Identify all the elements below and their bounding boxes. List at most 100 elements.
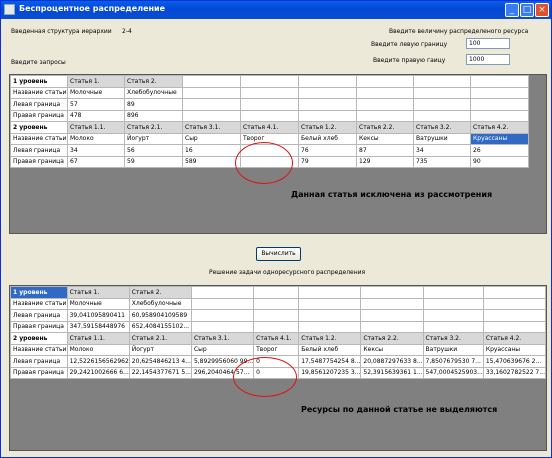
grid-cell[interactable] bbox=[422, 309, 484, 322]
grid-cell[interactable]: 79 bbox=[298, 155, 357, 168]
grid-cell[interactable]: 896 bbox=[124, 109, 183, 122]
grid-cell[interactable]: 57 bbox=[67, 98, 125, 111]
grid-cell[interactable] bbox=[360, 320, 424, 333]
grid-cell[interactable]: 15,470639676 2... bbox=[482, 355, 546, 368]
grid-cell[interactable] bbox=[298, 75, 357, 88]
grid-cell[interactable] bbox=[253, 297, 300, 310]
grid-cell[interactable] bbox=[240, 86, 299, 99]
grid-cell[interactable] bbox=[190, 297, 255, 310]
grid-header[interactable]: Статья 4.1. bbox=[240, 121, 299, 134]
grid-cell[interactable]: 52,3915639361 1... bbox=[360, 366, 424, 379]
grid-cell[interactable] bbox=[182, 98, 241, 111]
grid-cell[interactable]: 33,1602782522 7... bbox=[482, 366, 546, 379]
grid-cell[interactable]: 2 уровень bbox=[10, 332, 68, 345]
grid-cell[interactable] bbox=[298, 309, 362, 322]
grid-header[interactable]: Статья 3.1. bbox=[182, 121, 241, 134]
grid-cell[interactable]: 347,59158448976 bbox=[66, 320, 130, 333]
grid-cell[interactable]: 735 bbox=[413, 155, 471, 168]
grid-cell[interactable]: 589 bbox=[182, 155, 241, 168]
grid-cell[interactable] bbox=[356, 86, 414, 99]
grid-cell[interactable] bbox=[298, 286, 362, 299]
grid-cell[interactable]: 1 уровень bbox=[10, 75, 68, 88]
grid-header[interactable]: Статья 1.2. bbox=[298, 121, 357, 134]
grid-cell[interactable]: 547,0004525903... bbox=[422, 366, 484, 379]
calculate-button[interactable]: Вычислить bbox=[256, 247, 301, 261]
grid-cell[interactable]: 7,8507679530 7... bbox=[422, 355, 484, 368]
grid-cell[interactable]: 20,0887297633 8... bbox=[360, 355, 424, 368]
grid-cell[interactable] bbox=[413, 86, 471, 99]
grid-cell[interactable] bbox=[482, 320, 546, 333]
grid-cell[interactable] bbox=[298, 86, 357, 99]
grid-header[interactable]: Статья 1. bbox=[66, 286, 130, 299]
grid-cell[interactable] bbox=[422, 320, 484, 333]
grid-cell[interactable]: 20,6254846213 4... bbox=[128, 355, 192, 368]
grid-header[interactable]: Статья 2.1. bbox=[128, 332, 192, 345]
grid-cell[interactable]: 56 bbox=[124, 144, 183, 157]
grid-header[interactable]: Статья 2. bbox=[128, 286, 192, 299]
grid-header[interactable]: Статья 1.1. bbox=[66, 332, 130, 345]
grid-cell[interactable] bbox=[298, 109, 357, 122]
grid-cell[interactable] bbox=[413, 75, 471, 88]
grid-header[interactable]: Статья 4.2. bbox=[470, 121, 529, 134]
grid-cell[interactable]: 652,4084155102... bbox=[128, 320, 192, 333]
grid-cell[interactable] bbox=[182, 109, 241, 122]
grid-cell[interactable]: 87 bbox=[356, 144, 414, 157]
grid-cell[interactable]: Хлебобулочные bbox=[124, 86, 183, 99]
grid-cell[interactable] bbox=[356, 75, 414, 88]
right-bound-input[interactable]: 1000 bbox=[466, 54, 510, 65]
grid-cell[interactable]: Белый хлеб bbox=[298, 132, 357, 145]
maximize-button[interactable]: □ bbox=[520, 3, 534, 17]
grid-header[interactable]: Статья 2.2. bbox=[356, 121, 414, 134]
grid-cell[interactable]: Кексы bbox=[356, 132, 414, 145]
grid-header[interactable]: Статья 1. bbox=[67, 75, 125, 88]
grid-cell[interactable]: Круассаны bbox=[482, 343, 546, 356]
grid-cell[interactable] bbox=[482, 297, 546, 310]
grid-cell[interactable] bbox=[422, 297, 484, 310]
grid-cell[interactable]: 16 bbox=[182, 144, 241, 157]
grid-cell[interactable]: Кексы bbox=[360, 343, 424, 356]
grid-cell[interactable]: Молоко bbox=[66, 343, 130, 356]
grid-cell[interactable] bbox=[356, 98, 414, 111]
grid-header[interactable]: Статья 1.2. bbox=[298, 332, 362, 345]
grid-cell[interactable]: 129 bbox=[356, 155, 414, 168]
grid-cell[interactable]: 19,8561207235 3... bbox=[298, 366, 362, 379]
grid-cell[interactable] bbox=[190, 309, 255, 322]
grid-cell[interactable] bbox=[470, 109, 529, 122]
grid-cell[interactable]: Хлебобулочные bbox=[128, 297, 192, 310]
grid-cell[interactable]: 76 bbox=[298, 144, 357, 157]
grid-cell[interactable]: 34 bbox=[67, 144, 125, 157]
grid-cell[interactable]: Белый хлеб bbox=[298, 343, 362, 356]
close-button[interactable]: × bbox=[535, 3, 549, 17]
grid-header[interactable]: Статья 1.1. bbox=[67, 121, 125, 134]
grid-header[interactable]: Статья 3.2. bbox=[422, 332, 484, 345]
grid-cell[interactable] bbox=[253, 309, 300, 322]
grid-cell[interactable] bbox=[298, 320, 362, 333]
grid-cell[interactable]: Творог bbox=[253, 343, 300, 356]
grid-cell[interactable] bbox=[482, 309, 546, 322]
grid-cell[interactable] bbox=[413, 109, 471, 122]
grid-cell[interactable]: 89 bbox=[124, 98, 183, 111]
grid-cell[interactable]: 22,1454377671 5... bbox=[128, 366, 192, 379]
grid-cell[interactable]: 90 bbox=[470, 155, 529, 168]
grid-cell[interactable]: 60,958904109589 bbox=[128, 309, 192, 322]
grid-cell[interactable]: 29,2421002666 6... bbox=[66, 366, 130, 379]
grid-cell[interactable]: 12,5226156562962 bbox=[66, 355, 130, 368]
grid-cell[interactable]: Молоко bbox=[67, 132, 125, 145]
grid-cell[interactable] bbox=[360, 297, 424, 310]
grid-cell[interactable] bbox=[470, 86, 529, 99]
grid-cell[interactable]: Молочные bbox=[66, 297, 130, 310]
grid-header[interactable]: Статья 4.2. bbox=[482, 332, 546, 345]
grid-cell[interactable] bbox=[298, 297, 362, 310]
grid-cell[interactable] bbox=[356, 109, 414, 122]
grid-cell[interactable] bbox=[253, 320, 300, 333]
grid-cell[interactable] bbox=[253, 286, 300, 299]
grid-cell[interactable]: 17,5487754254 8... bbox=[298, 355, 362, 368]
grid-cell-selected[interactable]: 1 уровень bbox=[10, 286, 68, 299]
grid-header[interactable]: Статья 2.2. bbox=[360, 332, 424, 345]
grid-cell[interactable]: 34 bbox=[413, 144, 471, 157]
grid-cell[interactable] bbox=[482, 286, 546, 299]
grid-cell[interactable]: Ватрушки bbox=[413, 132, 471, 145]
grid-cell[interactable] bbox=[240, 98, 299, 111]
grid-cell[interactable] bbox=[298, 98, 357, 111]
grid-cell[interactable] bbox=[360, 309, 424, 322]
